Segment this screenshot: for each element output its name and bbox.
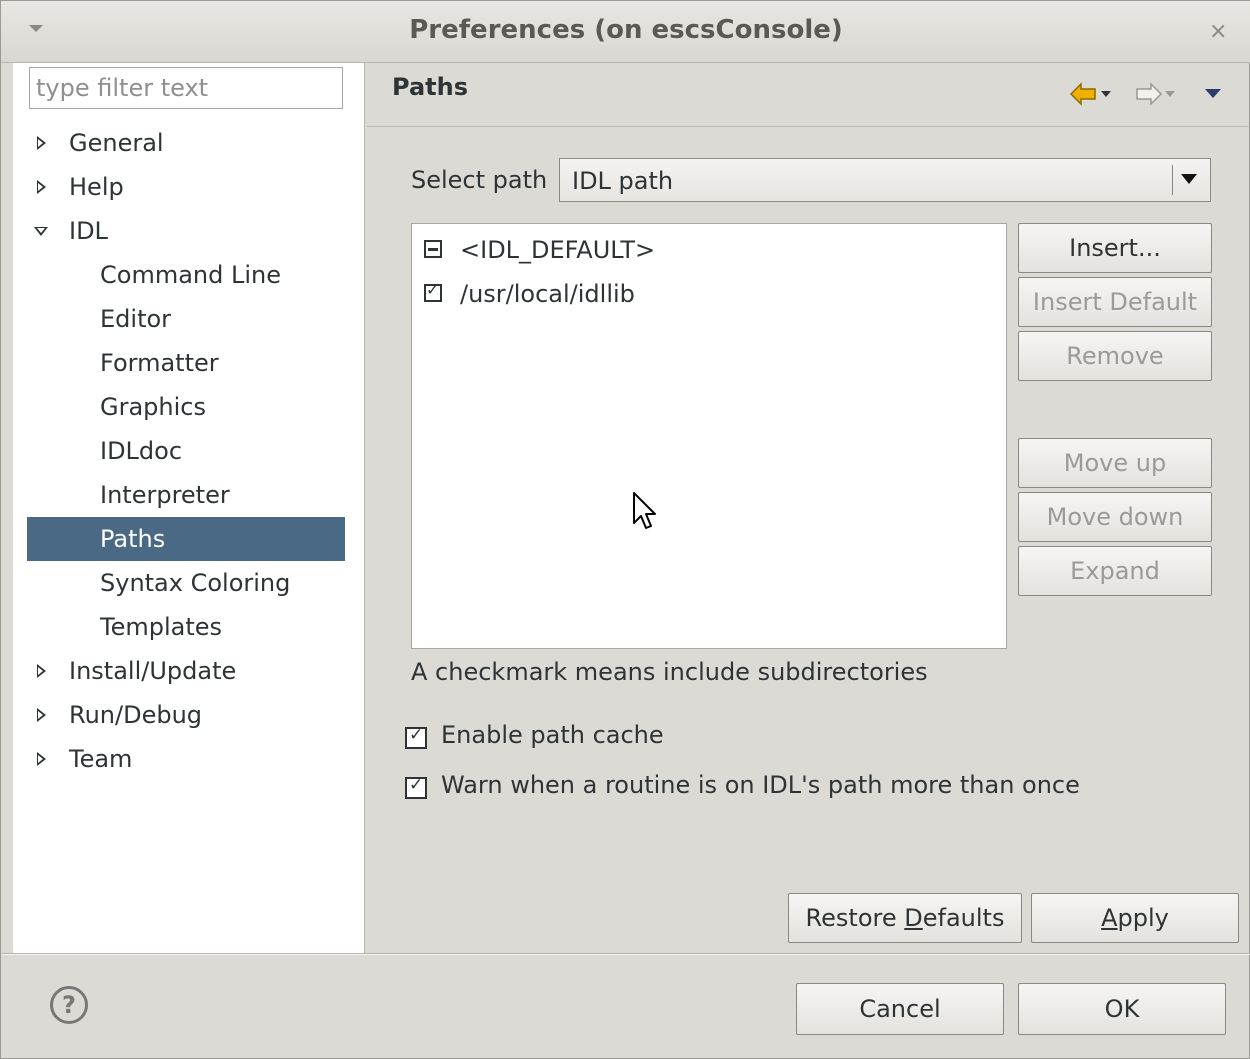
button-label: Restore [805, 904, 905, 932]
checkbox-checked[interactable] [405, 725, 427, 749]
preference-tree-pane: General Help IDL Command Line Editor For… [13, 63, 365, 953]
close-icon[interactable]: × [1209, 19, 1227, 44]
tree-item-graphics[interactable]: Graphics [13, 385, 365, 429]
tree-item-command-line[interactable]: Command Line [13, 253, 365, 297]
tree-item-team[interactable]: Team [13, 737, 365, 781]
expand-arrow-icon[interactable] [33, 649, 53, 693]
view-menu-icon[interactable] [1205, 89, 1221, 98]
tree-item-formatter[interactable]: Formatter [13, 341, 365, 385]
forward-arrow-icon[interactable] [1133, 79, 1179, 109]
expand-arrow-icon[interactable] [33, 737, 53, 781]
button-label: efaults [922, 904, 1005, 932]
expand-arrow-icon[interactable] [33, 693, 53, 737]
path-item-label: /usr/local/idllib [460, 280, 635, 308]
cancel-button[interactable]: Cancel [796, 983, 1004, 1035]
path-item-label: <IDL_DEFAULT> [460, 236, 656, 264]
tree-item-syntax-coloring[interactable]: Syntax Coloring [13, 561, 365, 605]
expand-arrow-icon[interactable] [33, 165, 53, 209]
select-path-value: IDL path [572, 167, 674, 195]
tree-item-paths[interactable]: Paths [27, 517, 345, 561]
tree-item-label: Graphics [100, 393, 206, 421]
expand-arrow-icon[interactable] [33, 121, 53, 165]
checkbox-checked[interactable] [405, 775, 427, 799]
select-path-dropdown[interactable]: IDL path [559, 158, 1211, 202]
window-title: Preferences (on escsConsole) [409, 15, 843, 45]
preference-tree: General Help IDL Command Line Editor For… [13, 121, 365, 781]
preferences-dialog: Preferences (on escsConsole) × General H… [0, 0, 1250, 1059]
insert-default-button[interactable]: Insert Default [1018, 277, 1212, 327]
tree-item-idldoc[interactable]: IDLdoc [13, 429, 365, 473]
tree-item-label: Help [69, 173, 124, 201]
checkbox-label: Warn when a routine is on IDL's path mor… [441, 771, 1080, 799]
mnemonic: A [1101, 904, 1118, 932]
button-label: pply [1117, 904, 1169, 932]
tree-item-label: Command Line [100, 261, 281, 289]
page-title: Paths [392, 73, 468, 101]
footer-separator [1, 953, 1250, 955]
tree-item-label: IDLdoc [100, 437, 183, 465]
checkbox-label: Enable path cache [441, 721, 664, 749]
tree-item-label: Templates [100, 613, 223, 641]
move-down-button[interactable]: Move down [1018, 492, 1212, 542]
tree-item-label: Interpreter [100, 481, 230, 509]
mouse-pointer-icon [633, 492, 656, 529]
back-arrow-icon[interactable] [1069, 79, 1115, 109]
checkmark-hint: A checkmark means include subdirectories [411, 658, 928, 686]
tree-item-templates[interactable]: Templates [13, 605, 365, 649]
select-path-label: Select path [411, 166, 548, 194]
help-icon[interactable]: ? [50, 986, 88, 1024]
expand-button[interactable]: Expand [1018, 546, 1212, 596]
tree-item-help[interactable]: Help [13, 165, 365, 209]
tree-item-editor[interactable]: Editor [13, 297, 365, 341]
remove-button[interactable]: Remove [1018, 331, 1212, 381]
tree-item-label: Syntax Coloring [100, 569, 291, 597]
move-up-button[interactable]: Move up [1018, 438, 1212, 488]
page-header: Paths [367, 63, 1250, 127]
tree-item-install-update[interactable]: Install/Update [13, 649, 365, 693]
path-item-idl-default[interactable]: <IDL_DEFAULT> [422, 228, 982, 272]
mnemonic: D [904, 904, 923, 932]
collapse-arrow-icon[interactable] [33, 209, 53, 253]
tree-item-label: General [69, 129, 164, 157]
restore-defaults-button[interactable]: Restore Defaults [788, 893, 1022, 943]
tree-item-label: Formatter [100, 349, 219, 377]
include-subdirs-checkbox[interactable] [424, 280, 442, 302]
title-bar[interactable]: Preferences (on escsConsole) × [1, 1, 1250, 63]
path-item-usr-local-idllib[interactable]: /usr/local/idllib [422, 272, 982, 316]
path-list[interactable]: <IDL_DEFAULT> /usr/local/idllib [411, 223, 1007, 649]
tree-item-label: Team [69, 745, 133, 773]
apply-button[interactable]: Apply [1031, 893, 1239, 943]
tree-item-interpreter[interactable]: Interpreter [13, 473, 365, 517]
partial-checkbox[interactable] [424, 240, 442, 258]
tree-item-label: Install/Update [69, 657, 237, 685]
filter-input[interactable] [29, 67, 343, 109]
tree-item-label: IDL [69, 217, 108, 245]
tree-item-idl[interactable]: IDL [13, 209, 365, 253]
tree-item-label: Editor [100, 305, 172, 333]
tree-item-run-debug[interactable]: Run/Debug [13, 693, 365, 737]
tree-item-label: Run/Debug [69, 701, 203, 729]
tree-item-label: Paths [100, 525, 166, 553]
dropdown-arrow-icon[interactable] [1172, 165, 1206, 195]
ok-button[interactable]: OK [1018, 983, 1226, 1035]
tree-item-general[interactable]: General [13, 121, 365, 165]
insert-button[interactable]: Insert... [1018, 223, 1212, 273]
